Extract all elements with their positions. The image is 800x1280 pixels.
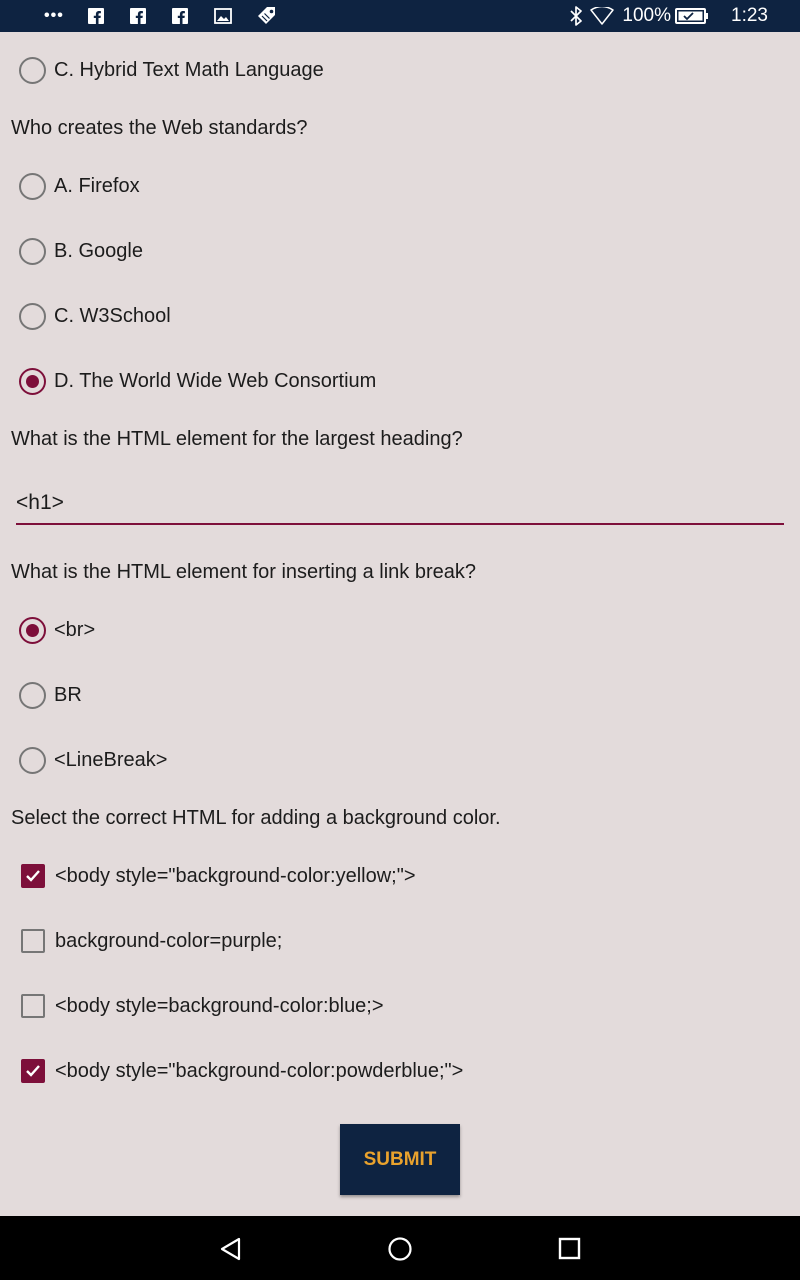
wifi-icon	[590, 5, 614, 30]
checkbox-checked[interactable]	[21, 1059, 45, 1083]
radio-button[interactable]	[19, 681, 46, 709]
more-notifications-icon: •••	[44, 7, 64, 24]
answer-input[interactable]	[16, 484, 784, 522]
radio-button[interactable]	[19, 746, 46, 774]
battery-percent: 100%	[622, 5, 671, 26]
checkmark-icon	[26, 870, 40, 882]
option-label: D. The World Wide Web Consortium	[54, 369, 377, 392]
home-icon[interactable]	[387, 1236, 413, 1262]
radio-button-selected[interactable]	[19, 367, 46, 395]
option-label: BR	[54, 683, 82, 706]
question-text: What is the HTML element for inserting a…	[11, 561, 477, 583]
answer-field[interactable]	[16, 484, 784, 525]
notification-icons: •••	[44, 0, 298, 32]
clock: 1:23	[731, 5, 768, 26]
facebook-icon	[130, 8, 172, 24]
status-bar: ••• 100% 1:23	[0, 0, 800, 32]
navigation-bar	[0, 1216, 800, 1280]
checkbox[interactable]	[21, 994, 45, 1018]
tag-icon	[256, 5, 298, 27]
option-label: <body style="background-color:yellow;">	[55, 864, 416, 887]
option-label: <LineBreak>	[54, 748, 168, 771]
radio-option[interactable]: D. The World Wide Web Consortium	[19, 367, 376, 395]
option-label: C. W3School	[54, 304, 171, 327]
checkbox-option[interactable]: <body style="background-color:yellow;">	[19, 862, 416, 890]
battery-icon	[675, 8, 709, 29]
radio-button[interactable]	[19, 172, 46, 200]
option-label: background-color=purple;	[55, 929, 283, 952]
quiz-form: C. Hybrid Text Math Language Who creates…	[0, 32, 800, 1216]
question-text: Who creates the Web standards?	[11, 117, 308, 139]
option-label: <br>	[54, 618, 96, 641]
facebook-icon	[88, 8, 130, 24]
checkbox-option[interactable]: background-color=purple;	[19, 927, 282, 955]
back-icon[interactable]	[218, 1236, 244, 1262]
checkbox-checked[interactable]	[21, 864, 45, 888]
radio-option[interactable]: A. Firefox	[19, 172, 140, 200]
radio-option[interactable]: BR	[19, 681, 82, 709]
question-text: Select the correct HTML for adding a bac…	[11, 807, 501, 829]
radio-option[interactable]: <br>	[19, 616, 95, 644]
question-text: What is the HTML element for the largest…	[11, 428, 463, 450]
radio-option[interactable]: <LineBreak>	[19, 746, 167, 774]
option-label: C. Hybrid Text Math Language	[54, 58, 324, 81]
option-label: <body style=background-color:blue;>	[55, 994, 384, 1017]
radio-button-selected[interactable]	[19, 616, 46, 644]
radio-button[interactable]	[19, 237, 46, 265]
radio-option[interactable]: C. Hybrid Text Math Language	[19, 56, 324, 84]
radio-option[interactable]: B. Google	[19, 237, 143, 265]
checkbox[interactable]	[21, 929, 45, 953]
option-label: <body style="background-color:powderblue…	[55, 1059, 464, 1082]
recents-icon[interactable]	[557, 1236, 583, 1262]
radio-button[interactable]	[19, 56, 46, 84]
facebook-icon	[172, 8, 214, 24]
option-label: A. Firefox	[54, 174, 140, 197]
image-icon	[214, 8, 256, 24]
submit-button[interactable]: SUBMIT	[340, 1124, 460, 1195]
option-label: B. Google	[54, 239, 143, 262]
checkbox-option[interactable]: <body style=background-color:blue;>	[19, 992, 384, 1020]
radio-option[interactable]: C. W3School	[19, 302, 171, 330]
radio-button[interactable]	[19, 302, 46, 330]
checkbox-option[interactable]: <body style="background-color:powderblue…	[19, 1057, 463, 1085]
checkmark-icon	[26, 1065, 40, 1077]
bluetooth-icon	[570, 6, 582, 31]
